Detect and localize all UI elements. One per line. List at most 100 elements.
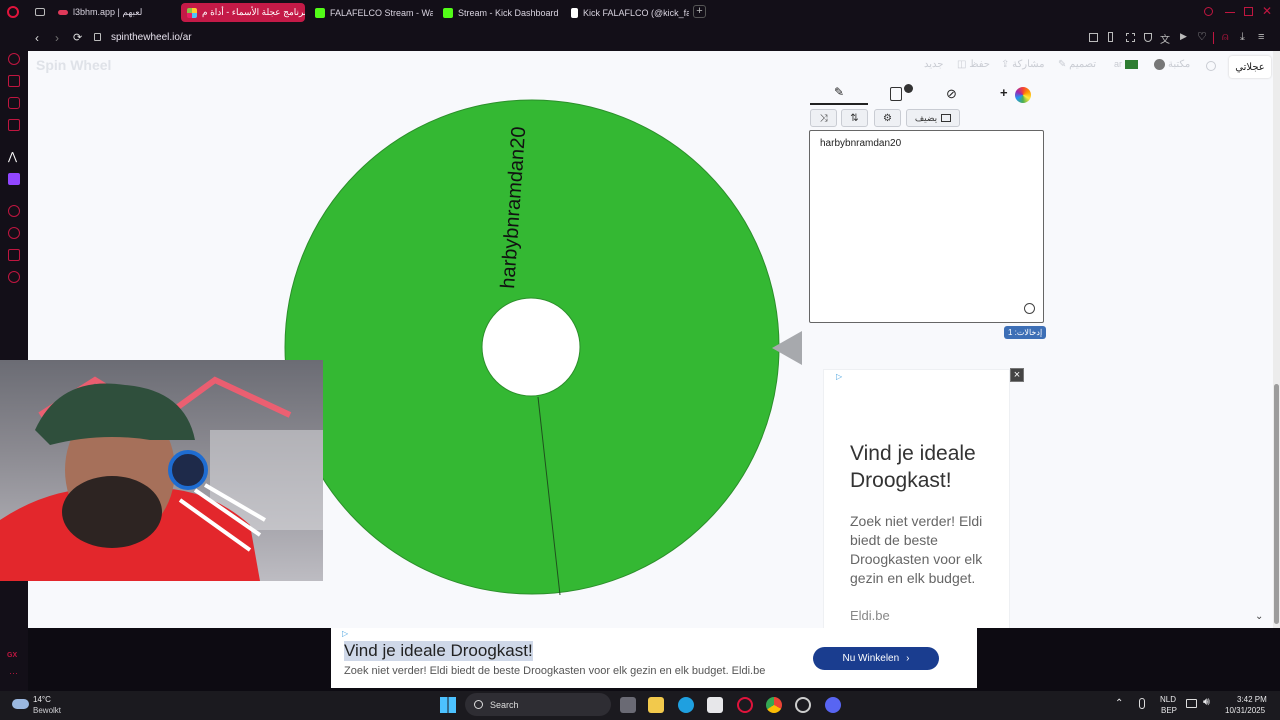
nav-library[interactable]: مكتبة bbox=[1154, 59, 1190, 70]
translate-icon[interactable]: 文 bbox=[1160, 31, 1170, 46]
aria-icon[interactable]: ⍝ bbox=[1222, 31, 1229, 44]
heart-icon[interactable]: ♡ bbox=[1197, 30, 1207, 43]
download-icon[interactable]: ⤓ bbox=[1240, 31, 1245, 44]
bookmarks-icon[interactable] bbox=[8, 249, 20, 261]
tab-manager-icon[interactable] bbox=[35, 8, 45, 16]
edge-icon[interactable] bbox=[678, 697, 694, 713]
color-wheel-icon[interactable] bbox=[1015, 87, 1031, 103]
steam-icon[interactable] bbox=[795, 697, 811, 713]
menu-icon[interactable]: ≡ bbox=[1258, 31, 1264, 43]
url-field[interactable]: spinthewheel.io/ar bbox=[111, 32, 192, 43]
language-label: ar bbox=[1114, 59, 1123, 69]
clock-date[interactable]: 10/31/2025 bbox=[1225, 706, 1265, 715]
spin-wheel[interactable]: harbybnramdan20 bbox=[282, 99, 782, 599]
divider bbox=[1213, 32, 1214, 44]
gx-icon[interactable]: GX bbox=[7, 652, 17, 659]
tab-hidden-eye-icon[interactable]: ⊘ bbox=[946, 86, 957, 102]
pin-icon[interactable] bbox=[1108, 32, 1113, 42]
shop-now-button[interactable]: Nu Winkelen › bbox=[813, 647, 939, 670]
nav-language[interactable]: ar bbox=[1114, 59, 1139, 69]
add-image-button[interactable]: يضيف bbox=[906, 109, 960, 127]
tab-title: Kick FALAFLCO (@kick_fa bbox=[583, 7, 689, 18]
display-icon[interactable] bbox=[1186, 699, 1197, 708]
player-icon[interactable] bbox=[8, 205, 20, 217]
tab-falafelco-stream[interactable]: FALAFELCO Stream - Wa bbox=[309, 3, 433, 22]
tab-l3bhm[interactable]: l3bhm.app | لعبهم bbox=[52, 3, 177, 22]
windows-start-icon[interactable] bbox=[440, 697, 456, 713]
ad-source[interactable]: Eldi.be bbox=[850, 608, 890, 623]
settings-icon[interactable] bbox=[8, 271, 20, 283]
page-scrollbar[interactable] bbox=[1273, 51, 1280, 628]
taskbar-search[interactable]: Search bbox=[465, 693, 611, 716]
discord-icon[interactable] bbox=[825, 697, 841, 713]
input-lang-1[interactable]: NLD bbox=[1160, 695, 1176, 704]
tab-kick-falaflco[interactable]: Kick FALAFLCO (@kick_fa bbox=[565, 3, 689, 22]
shuffle-button[interactable]: ⤨ bbox=[810, 109, 837, 127]
windows-taskbar: 14°C Bewolkt Search ⌃ NLD BEP 🔊︎ 3:42 PM… bbox=[0, 691, 1280, 720]
wheel-center-hub[interactable] bbox=[481, 297, 581, 397]
shield-icon[interactable] bbox=[1144, 33, 1152, 42]
clock-time[interactable]: 3:42 PM bbox=[1237, 695, 1267, 704]
tab-title: برنامج عجلة الأسماء - أداة م... bbox=[202, 7, 305, 17]
bottom-ad-banner[interactable]: ▷ Vind je ideale Droogkast! Zoek niet ve… bbox=[331, 628, 977, 688]
settings-button[interactable]: ⚙ bbox=[874, 109, 901, 127]
tab-results-icon[interactable] bbox=[890, 87, 902, 101]
forward-button[interactable]: › bbox=[55, 31, 59, 45]
file-explorer-icon[interactable] bbox=[648, 697, 664, 713]
nav-share[interactable]: ⇪ مشاركة bbox=[1001, 59, 1044, 70]
nav-design[interactable]: ✎ تصميم bbox=[1058, 59, 1096, 70]
tab-spinthewheel[interactable]: برنامج عجلة الأسماء - أداة م... bbox=[181, 3, 305, 22]
weather-desc[interactable]: Bewolkt bbox=[33, 706, 61, 715]
entry-line: harbybnramdan20 bbox=[820, 138, 902, 149]
side-ad[interactable]: ▷ Vind je ideale Droogkast! Zoek niet ve… bbox=[823, 369, 1010, 628]
chrome-icon[interactable] bbox=[766, 697, 782, 713]
twitch-icon[interactable] bbox=[8, 173, 20, 185]
play-icon[interactable]: ▶ bbox=[1180, 31, 1187, 42]
volume-icon[interactable]: 🔊︎ bbox=[1203, 696, 1210, 709]
history-icon[interactable] bbox=[8, 53, 20, 65]
pencil-icon: ✎ bbox=[1058, 59, 1067, 70]
reload-button[interactable]: ⟳ bbox=[73, 31, 82, 44]
snapshot-icon[interactable] bbox=[1126, 33, 1135, 42]
clock-icon[interactable] bbox=[8, 227, 20, 239]
add-wheel-plus-icon[interactable]: + bbox=[1000, 85, 1008, 100]
task-view-icon[interactable] bbox=[620, 697, 636, 713]
webcam-feed bbox=[0, 376, 323, 581]
ad-choices-icon[interactable]: ▷ bbox=[836, 372, 842, 381]
bottom-ad-title: Vind je ideale Droogkast! bbox=[344, 641, 533, 661]
more-icon[interactable]: ··· bbox=[9, 668, 18, 678]
minimize-button[interactable] bbox=[1225, 12, 1235, 13]
store-icon[interactable] bbox=[707, 697, 723, 713]
opera-gx-icon[interactable] bbox=[737, 697, 753, 713]
sidebar-toggle-icon[interactable] bbox=[1089, 33, 1098, 42]
search-tabs-icon[interactable] bbox=[1204, 7, 1213, 16]
opera-logo-icon[interactable] bbox=[7, 6, 19, 18]
sort-button[interactable]: ⇅ bbox=[841, 109, 868, 127]
site-logo[interactable]: Spin Wheel bbox=[36, 57, 111, 73]
mail-icon[interactable] bbox=[8, 119, 20, 131]
messenger-icon[interactable] bbox=[8, 97, 20, 109]
scroll-down-icon[interactable]: ⌄ bbox=[1255, 611, 1263, 622]
close-window-button[interactable]: ✕ bbox=[1262, 4, 1272, 18]
aria-sidebar-icon[interactable]: ⋀ bbox=[8, 150, 17, 163]
nav-new[interactable]: جديد bbox=[924, 59, 943, 70]
library-icon bbox=[1154, 59, 1165, 70]
tab-edit[interactable]: ✎ bbox=[810, 85, 868, 105]
tray-chevron-icon[interactable]: ⌃ bbox=[1115, 698, 1123, 709]
my-wheels-button[interactable]: عجلاتي bbox=[1229, 56, 1271, 78]
scrollbar-thumb[interactable] bbox=[1274, 384, 1279, 624]
close-ad-button[interactable]: × bbox=[1010, 368, 1024, 382]
input-lang-2[interactable]: BEP bbox=[1161, 706, 1177, 715]
tab-kick-dashboard[interactable]: Stream - Kick Dashboard bbox=[437, 3, 561, 22]
smiley-icon[interactable] bbox=[1024, 303, 1035, 314]
back-button[interactable]: ‹ bbox=[35, 31, 39, 45]
bag-icon[interactable] bbox=[8, 75, 20, 87]
weather-temp[interactable]: 14°C bbox=[33, 695, 51, 704]
nav-save[interactable]: ◫ حفظ bbox=[957, 59, 990, 70]
new-tab-button[interactable]: + bbox=[693, 5, 706, 18]
mic-icon[interactable] bbox=[1139, 698, 1145, 709]
ad-choices-icon[interactable]: ▷ bbox=[342, 629, 348, 638]
nav-settings-icon[interactable] bbox=[1206, 61, 1216, 71]
entries-textarea[interactable]: harbybnramdan20 bbox=[809, 130, 1044, 323]
maximize-button[interactable] bbox=[1244, 7, 1253, 16]
